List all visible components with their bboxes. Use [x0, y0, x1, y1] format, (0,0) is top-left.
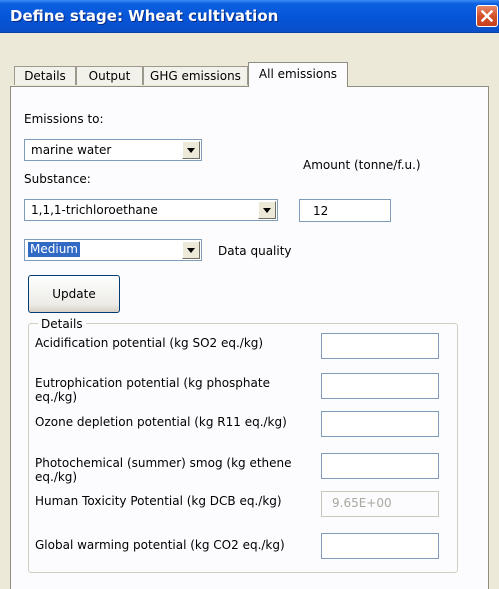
- dropdown-button[interactable]: [182, 141, 200, 159]
- tab-all-emissions[interactable]: All emissions: [248, 62, 348, 87]
- photochemical-smog-label: Photochemical (summer) smog (kg ethene e…: [35, 456, 292, 484]
- dropdown-button[interactable]: [258, 201, 276, 219]
- tab-label: All emissions: [258, 67, 338, 81]
- tab-details[interactable]: Details: [14, 66, 76, 85]
- close-icon: [481, 10, 493, 22]
- update-button-label: Update: [52, 287, 96, 301]
- human-toxicity-label: Human Toxicity Potential (kg DCB eq./kg): [35, 494, 282, 508]
- tab-label: Details: [24, 69, 66, 83]
- update-button[interactable]: Update: [28, 275, 120, 313]
- emissions-to-value: marine water: [31, 143, 112, 157]
- amount-label: Amount (tonne/f.u.): [303, 158, 421, 172]
- acidification-input[interactable]: [321, 333, 439, 359]
- dropdown-button[interactable]: [182, 241, 200, 259]
- tab-label: Output: [88, 69, 131, 83]
- details-legend: Details: [38, 317, 86, 331]
- substance-select[interactable]: 1,1,1-trichloroethane: [24, 199, 278, 221]
- dialog-window: Define stage: Wheat cultivation Details …: [0, 0, 499, 589]
- chevron-down-icon: [263, 207, 271, 213]
- emissions-to-label: Emissions to:: [24, 112, 104, 126]
- data-quality-value: Medium: [28, 242, 80, 257]
- tab-label: GHG emissions: [150, 69, 241, 83]
- chevron-down-icon: [187, 247, 195, 253]
- close-button[interactable]: [476, 5, 498, 27]
- eutrophication-input[interactable]: [321, 373, 439, 399]
- human-toxicity-input[interactable]: 9.65E+00: [321, 491, 439, 517]
- ozone-depletion-input[interactable]: [321, 411, 439, 437]
- acidification-label: Acidification potential (kg SO2 eq./kg): [35, 336, 264, 350]
- emissions-to-select[interactable]: marine water: [24, 139, 202, 161]
- global-warming-input[interactable]: [321, 533, 439, 559]
- photochemical-smog-input[interactable]: [321, 453, 439, 479]
- amount-input[interactable]: 12: [299, 199, 391, 222]
- amount-value: 12: [313, 204, 329, 218]
- chevron-down-icon: [187, 147, 195, 153]
- data-quality-label: Data quality: [218, 244, 292, 258]
- window-title: Define stage: Wheat cultivation: [10, 7, 279, 25]
- title-bar[interactable]: Define stage: Wheat cultivation: [0, 0, 499, 33]
- ozone-depletion-label: Ozone depletion potential (kg R11 eq./kg…: [35, 415, 287, 429]
- substance-value: 1,1,1-trichloroethane: [31, 203, 158, 217]
- tab-output[interactable]: Output: [76, 66, 143, 85]
- substance-label: Substance:: [24, 172, 91, 186]
- data-quality-select[interactable]: Medium: [24, 239, 202, 261]
- eutrophication-label: Eutrophication potential (kg phosphate e…: [35, 376, 270, 404]
- global-warming-label: Global warming potential (kg CO2 eq./kg): [35, 538, 285, 552]
- human-toxicity-value: 9.65E+00: [332, 496, 392, 510]
- tab-ghg-emissions[interactable]: GHG emissions: [143, 66, 248, 85]
